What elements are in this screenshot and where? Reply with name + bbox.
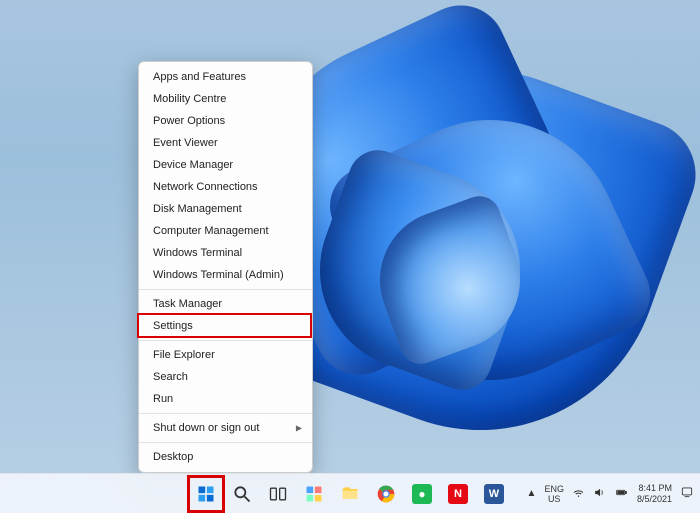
winx-item-desktop[interactable]: Desktop: [139, 446, 312, 468]
winx-item-network-connections[interactable]: Network Connections: [139, 176, 312, 198]
task-view-taskbar-icon[interactable]: [262, 478, 294, 510]
winx-separator: [139, 289, 312, 290]
winx-item-disk-management[interactable]: Disk Management: [139, 198, 312, 220]
battery-icon: [614, 486, 629, 502]
winx-separator: [139, 442, 312, 443]
quick-settings[interactable]: [572, 486, 629, 502]
start-taskbar-icon[interactable]: [190, 478, 222, 510]
winx-item-apps-and-features[interactable]: Apps and Features: [139, 66, 312, 88]
winx-item-event-viewer[interactable]: Event Viewer: [139, 132, 312, 154]
notification-icon[interactable]: [680, 485, 694, 502]
wallpaper: [0, 0, 700, 513]
winx-item-file-explorer[interactable]: File Explorer: [139, 344, 312, 366]
chrome-taskbar-icon[interactable]: [370, 478, 402, 510]
winx-item-settings[interactable]: Settings: [139, 315, 312, 337]
wifi-icon: [572, 486, 585, 502]
winx-menu: Apps and FeaturesMobility CentrePower Op…: [138, 61, 313, 473]
file-explorer-taskbar-icon[interactable]: [334, 478, 366, 510]
clock[interactable]: 8:41 PM 8/5/2021: [637, 483, 672, 505]
taskbar-center: ●NW: [190, 474, 510, 513]
winx-item-run[interactable]: Run: [139, 388, 312, 410]
winx-item-task-manager[interactable]: Task Manager: [139, 293, 312, 315]
desktop: Apps and FeaturesMobility CentrePower Op…: [0, 0, 700, 513]
winx-separator: [139, 413, 312, 414]
clock-date: 8/5/2021: [637, 494, 672, 505]
taskbar: ●NW ▲ ENG US 8:41 PM: [0, 473, 700, 513]
spotify-taskbar-icon[interactable]: ●: [406, 478, 438, 510]
lang-secondary: US: [544, 494, 564, 504]
winx-item-windows-terminal[interactable]: Windows Terminal: [139, 242, 312, 264]
winx-item-computer-management[interactable]: Computer Management: [139, 220, 312, 242]
language-switcher[interactable]: ENG US: [544, 484, 564, 504]
clock-time: 8:41 PM: [637, 483, 672, 494]
winx-item-search[interactable]: Search: [139, 366, 312, 388]
lang-primary: ENG: [544, 484, 564, 494]
winx-item-mobility-centre[interactable]: Mobility Centre: [139, 88, 312, 110]
word-taskbar-icon[interactable]: W: [478, 478, 510, 510]
chevron-right-icon: ▶: [296, 424, 302, 433]
netflix-taskbar-icon[interactable]: N: [442, 478, 474, 510]
search-taskbar-icon[interactable]: [226, 478, 258, 510]
winx-item-device-manager[interactable]: Device Manager: [139, 154, 312, 176]
winx-item-power-options[interactable]: Power Options: [139, 110, 312, 132]
winx-item-shut-down-or-sign-out[interactable]: Shut down or sign out▶: [139, 417, 312, 439]
system-tray: ▲ ENG US 8:41 PM 8/5/2021: [527, 474, 694, 513]
winx-separator: [139, 340, 312, 341]
volume-icon: [593, 486, 606, 502]
winx-item-windows-terminal-admin-[interactable]: Windows Terminal (Admin): [139, 264, 312, 286]
tray-overflow-chevron-icon[interactable]: ▲: [527, 488, 537, 499]
widgets-taskbar-icon[interactable]: [298, 478, 330, 510]
